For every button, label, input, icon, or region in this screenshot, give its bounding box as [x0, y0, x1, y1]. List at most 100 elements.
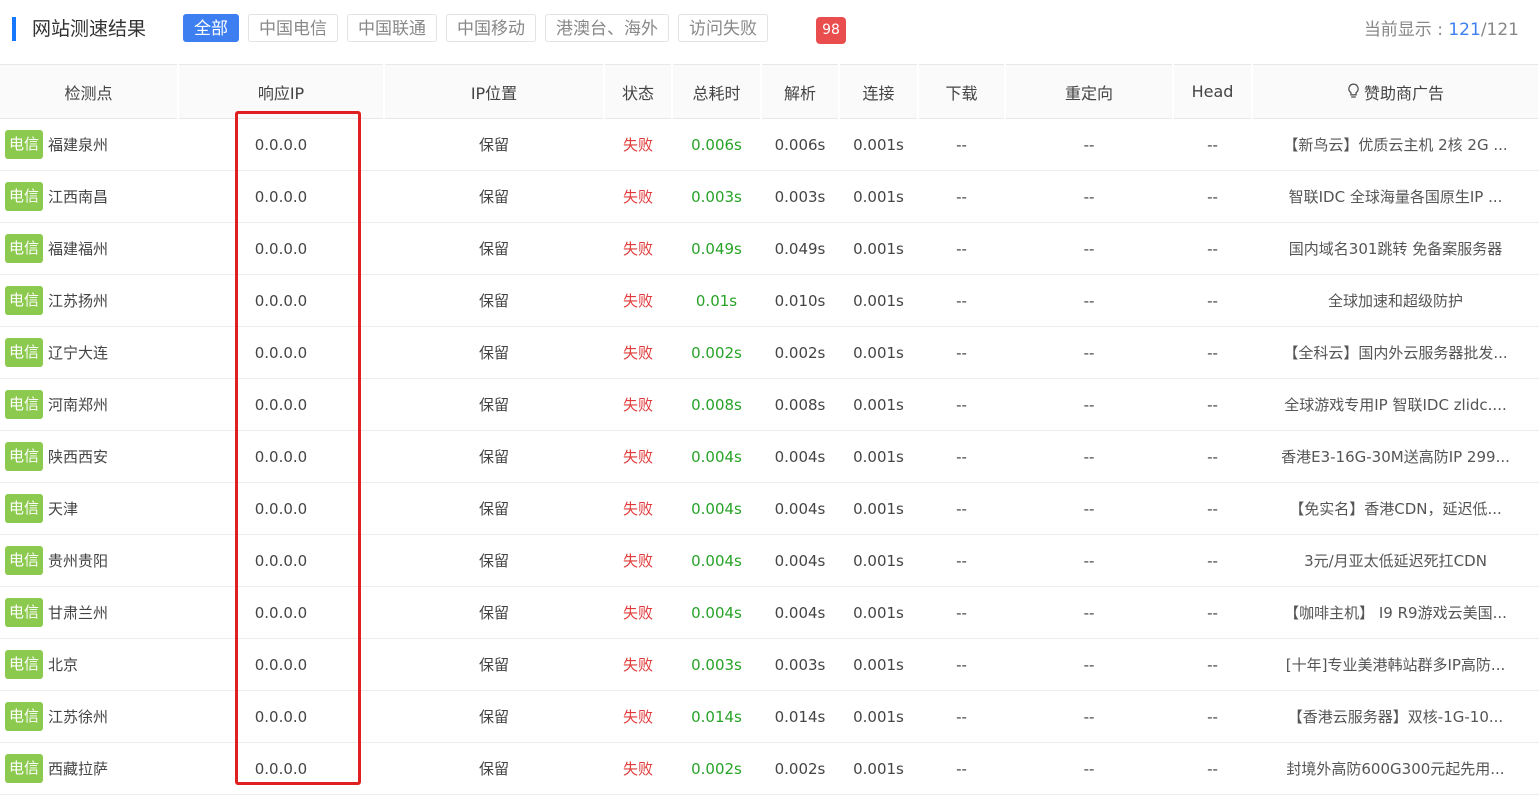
- download-time: --: [918, 170, 1005, 223]
- node-city: 江苏扬州: [48, 292, 109, 310]
- col-header-node[interactable]: 检测点: [0, 64, 179, 119]
- download-time: --: [918, 482, 1005, 535]
- isp-badge: 电信: [5, 598, 44, 627]
- node-city: 西藏拉萨: [48, 760, 109, 778]
- node-cell: 电信 北京: [0, 638, 178, 691]
- status: 失败: [604, 326, 672, 379]
- status: 失败: [604, 430, 672, 483]
- sponsor-ad-link[interactable]: 封境外高防600G300元起先用...: [1252, 742, 1539, 795]
- connect-time: 0.001s: [839, 118, 918, 171]
- response-ip: 0.0.0.0: [178, 222, 384, 275]
- sponsor-ad-link[interactable]: 【免实名】香港CDN，延迟低...: [1252, 482, 1539, 535]
- filter-failed[interactable]: 访问失败: [678, 14, 768, 42]
- filter-overseas[interactable]: 港澳台、海外: [545, 14, 669, 42]
- total-time: 0.004s: [672, 482, 761, 535]
- table-row: 电信 福建泉州 0.0.0.0 保留 失败 0.006s 0.006s 0.001s -- -- -…: [0, 118, 1539, 171]
- response-ip: 0.0.0.0: [178, 534, 384, 587]
- sponsor-ad-link[interactable]: [十年]专业美港韩站群多IP高防...: [1252, 638, 1539, 691]
- sponsor-ad-link[interactable]: 【咖啡主机】 I9 R9游戏云美国...: [1252, 586, 1539, 639]
- node-city: 天津: [48, 500, 79, 518]
- total-time: 0.008s: [672, 378, 761, 431]
- head-time: --: [1173, 326, 1252, 379]
- redirect-time: --: [1005, 742, 1173, 795]
- node-city: 北京: [48, 656, 79, 674]
- redirect-time: --: [1005, 430, 1173, 483]
- filter-telecom[interactable]: 中国电信: [248, 14, 338, 42]
- isp-badge: 电信: [5, 182, 44, 211]
- download-time: --: [918, 326, 1005, 379]
- head-time: --: [1173, 118, 1252, 171]
- col-header-head[interactable]: Head: [1173, 64, 1253, 119]
- download-time: --: [918, 430, 1005, 483]
- node-cell: 电信 江西南昌: [0, 170, 178, 223]
- col-header-total[interactable]: 总耗时: [672, 64, 762, 119]
- status: 失败: [604, 638, 672, 691]
- sponsor-ad-link[interactable]: 全球加速和超级防护: [1252, 274, 1539, 327]
- col-header-ip[interactable]: 响应IP: [178, 64, 385, 119]
- node-cell: 电信 福建福州: [0, 222, 178, 275]
- table-row: 电信 江苏徐州 0.0.0.0 保留 失败 0.014s 0.014s 0.001s -- -- -…: [0, 690, 1539, 743]
- download-time: --: [918, 586, 1005, 639]
- col-header-connect[interactable]: 连接: [839, 64, 919, 119]
- response-ip: 0.0.0.0: [178, 742, 384, 795]
- filter-unicom[interactable]: 中国联通: [347, 14, 437, 42]
- sponsor-ad-link[interactable]: 【香港云服务器】双核-1G-10...: [1252, 690, 1539, 743]
- col-header-redirect[interactable]: 重定向: [1005, 64, 1174, 119]
- sponsor-ad-link[interactable]: 【新鸟云】优质云主机 2核 2G ...: [1252, 118, 1539, 171]
- redirect-time: --: [1005, 118, 1173, 171]
- head-time: --: [1173, 534, 1252, 587]
- node-city: 辽宁大连: [48, 344, 109, 362]
- response-ip: 0.0.0.0: [178, 118, 384, 171]
- connect-time: 0.001s: [839, 586, 918, 639]
- total-time: 0.006s: [672, 118, 761, 171]
- filter-all[interactable]: 全部: [183, 14, 239, 42]
- connect-time: 0.001s: [839, 690, 918, 743]
- redirect-time: --: [1005, 638, 1173, 691]
- redirect-time: --: [1005, 274, 1173, 327]
- dns-time: 0.002s: [761, 742, 839, 795]
- sponsor-ad-link[interactable]: 香港E3-16G-30M送高防IP 299...: [1252, 430, 1539, 483]
- total-time: 0.003s: [672, 170, 761, 223]
- node-cell: 电信 西藏拉萨: [0, 742, 178, 795]
- redirect-time: --: [1005, 586, 1173, 639]
- table-row: 电信 甘肃兰州 0.0.0.0 保留 失败 0.004s 0.004s 0.001s -- -- -…: [0, 586, 1539, 639]
- col-header-status[interactable]: 状态: [604, 64, 673, 119]
- sponsor-ad-link[interactable]: 国内域名301跳转 免备案服务器: [1252, 222, 1539, 275]
- sponsor-ad-link[interactable]: 智联IDC 全球海量各国原生IP ...: [1252, 170, 1539, 223]
- redirect-time: --: [1005, 534, 1173, 587]
- dns-time: 0.004s: [761, 534, 839, 587]
- node-cell: 电信 贵州贵阳: [0, 534, 178, 587]
- total-time: 0.01s: [672, 274, 761, 327]
- total-time: 0.004s: [672, 534, 761, 587]
- table-row: 电信 河南郑州 0.0.0.0 保留 失败 0.008s 0.008s 0.001s -- -- -…: [0, 378, 1539, 431]
- node-city: 江苏徐州: [48, 708, 109, 726]
- isp-badge: 电信: [5, 390, 44, 419]
- status: 失败: [604, 690, 672, 743]
- col-header-dns[interactable]: 解析: [761, 64, 840, 119]
- sponsor-ad-link[interactable]: 【全科云】国内外云服务器批发...: [1252, 326, 1539, 379]
- dns-time: 0.006s: [761, 118, 839, 171]
- status: 失败: [604, 742, 672, 795]
- sponsor-ad-link[interactable]: 全球游戏专用IP 智联IDC zlidc....: [1252, 378, 1539, 431]
- filter-mobile[interactable]: 中国移动: [446, 14, 536, 42]
- node-cell: 电信 辽宁大连: [0, 326, 178, 379]
- connect-time: 0.001s: [839, 638, 918, 691]
- download-time: --: [918, 222, 1005, 275]
- isp-badge: 电信: [5, 130, 44, 159]
- response-ip: 0.0.0.0: [178, 690, 384, 743]
- response-ip: 0.0.0.0: [178, 430, 384, 483]
- ip-location: 保留: [384, 222, 604, 275]
- ip-location: 保留: [384, 118, 604, 171]
- col-header-sponsor: 赞助商广告: [1252, 64, 1539, 119]
- dns-time: 0.003s: [761, 638, 839, 691]
- col-header-location[interactable]: IP位置: [384, 64, 605, 119]
- connect-time: 0.001s: [839, 430, 918, 483]
- total-time: 0.004s: [672, 430, 761, 483]
- sponsor-ad-link[interactable]: 3元/月亚太低延迟死扛CDN: [1252, 534, 1539, 587]
- results-table: 检测点 响应IP IP位置 状态 总耗时 解析 连接 下载 重定向 Head 赞…: [0, 64, 1539, 795]
- col-header-download[interactable]: 下载: [918, 64, 1006, 119]
- response-ip: 0.0.0.0: [178, 274, 384, 327]
- download-time: --: [918, 534, 1005, 587]
- redirect-time: --: [1005, 222, 1173, 275]
- redirect-time: --: [1005, 170, 1173, 223]
